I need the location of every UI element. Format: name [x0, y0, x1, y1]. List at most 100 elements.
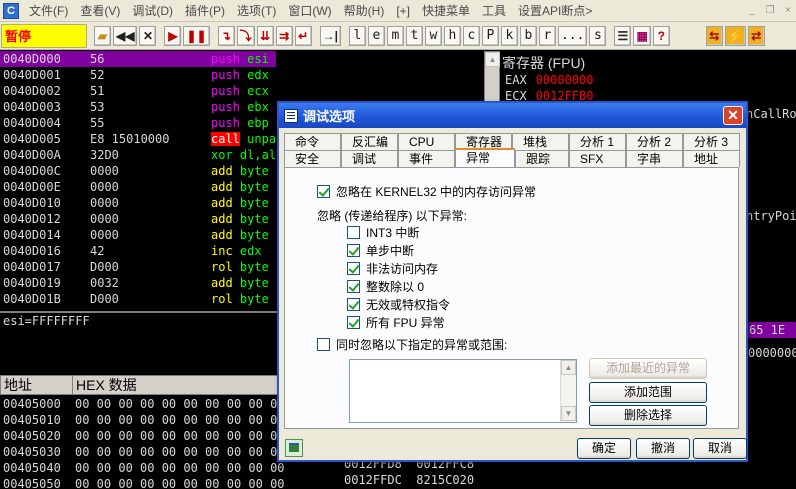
tab-debug[interactable]: 调试	[341, 150, 398, 167]
goto-icon[interactable]: →|	[319, 25, 341, 46]
exception-fpu-checkbox[interactable]	[347, 316, 360, 329]
menu-help[interactable]: 帮助(H)	[338, 2, 391, 20]
toolbar-breakpoints-button[interactable]: b	[519, 25, 537, 46]
disasm-hex: 32D0	[90, 148, 119, 162]
help-icon[interactable]: ?	[652, 25, 670, 46]
tab-disassembly[interactable]: 反汇编	[341, 133, 398, 150]
range-list-scrollbar[interactable]: ▲ ▼	[560, 360, 576, 422]
pause-icon[interactable]: ❚❚	[183, 25, 210, 46]
tab-security[interactable]: 安全	[284, 150, 341, 167]
tab-analysis-1[interactable]: 分析 1	[569, 133, 626, 150]
step-into-icon[interactable]: ↴	[217, 25, 235, 46]
ignore-ranges-checkbox[interactable]	[317, 338, 330, 351]
menu-plugins[interactable]: 插件(P)	[179, 2, 231, 20]
tab-strings[interactable]: 字串	[626, 150, 683, 167]
ignore-kernel32-checkbox[interactable]	[317, 185, 330, 198]
add-range-button[interactable]: 添加范围	[589, 382, 707, 403]
toolbar-patches-button[interactable]: P	[481, 25, 499, 46]
exception-single-step-checkbox[interactable]	[347, 244, 360, 257]
menu-plus[interactable]: [+]	[390, 2, 416, 20]
disasm-row[interactable]: 0040D001 52 push edx	[0, 67, 482, 83]
undo-button[interactable]: 撤消	[636, 438, 690, 459]
ignore-ranges-option[interactable]: 同时忽略以下指定的异常或范围:	[317, 336, 507, 353]
dump-header-address[interactable]: 地址	[1, 376, 73, 394]
toolbar-log-button[interactable]: l	[348, 25, 366, 46]
toolbar-references-button[interactable]: r	[538, 25, 556, 46]
trace-into-icon[interactable]: ⇊	[256, 25, 274, 46]
toolbar-source-button[interactable]: s	[589, 25, 607, 46]
exception-memory-access-option[interactable]: 非法访问内存	[347, 260, 438, 277]
app-icon[interactable]: C	[3, 2, 19, 19]
exception-range-list[interactable]: ▲ ▼	[349, 359, 577, 423]
disasm-row[interactable]: 0040D000 56 push esi	[0, 51, 482, 67]
toolbar-runtrace-button[interactable]: ...	[557, 25, 588, 46]
run-icon[interactable]: ▶	[164, 25, 182, 46]
scroll-up-icon[interactable]: ▲	[561, 360, 576, 375]
tab-trace[interactable]: 跟踪	[515, 150, 569, 167]
stack-row[interactable]: 0012FFDC 8215C020	[344, 472, 474, 488]
list-icon[interactable]: ☰	[614, 25, 632, 46]
step-over-icon[interactable]: ⤵	[236, 25, 255, 46]
register-eax[interactable]: EAX 00000000	[505, 73, 593, 87]
toolbar-threads-button[interactable]: t	[405, 25, 423, 46]
exception-int3-option[interactable]: INT3 中断	[347, 224, 419, 241]
plugin-2-icon[interactable]: ⚡	[724, 25, 746, 46]
dialog-close-icon[interactable]: ✕	[723, 106, 743, 125]
execute-till-return-icon[interactable]: ↵	[294, 25, 312, 46]
open-file-icon[interactable]: ▰	[94, 25, 111, 46]
options-icon[interactable]: ▦	[633, 25, 651, 46]
menu-file[interactable]: 文件(F)	[23, 2, 74, 20]
tab-command[interactable]: 命令	[284, 133, 341, 150]
menu-options[interactable]: 选项(T)	[231, 2, 282, 20]
rewind-icon[interactable]: ◀◀	[113, 25, 138, 46]
plugin-3-icon[interactable]: ⇄	[747, 25, 765, 46]
toolbar-handles-button[interactable]: h	[443, 25, 461, 46]
ok-button[interactable]: 确定	[577, 438, 631, 459]
menu-tools[interactable]: 工具	[476, 2, 512, 20]
cancel-button[interactable]: 取消	[693, 438, 747, 459]
add-last-exception-button[interactable]: 添加最近的异常	[589, 358, 707, 379]
scroll-down-icon[interactable]: ▼	[561, 406, 576, 421]
ignore-kernel32-option[interactable]: 忽略在 KERNEL32 中的内存访问异常	[317, 183, 536, 200]
tab-events[interactable]: 事件	[398, 150, 455, 167]
tab-addresses[interactable]: 地址	[683, 150, 740, 167]
exception-memory-access-checkbox[interactable]	[347, 262, 360, 275]
tab-sfx[interactable]: SFX	[569, 150, 626, 167]
menu-api-breakpoint[interactable]: 设置API断点>	[512, 2, 598, 20]
exception-privileged-checkbox[interactable]	[347, 298, 360, 311]
tab-stack[interactable]: 堆栈	[512, 133, 569, 150]
exception-divide-zero-option[interactable]: 整数除以 0	[347, 278, 424, 295]
tab-analysis-3[interactable]: 分析 3	[683, 133, 740, 150]
dialog-footer-icon[interactable]	[285, 439, 303, 457]
tab-exceptions[interactable]: 异常	[455, 148, 515, 167]
minimize-icon[interactable]: _	[746, 5, 758, 16]
menu-window[interactable]: 窗口(W)	[282, 2, 337, 20]
disasm-operand: edx	[239, 244, 262, 258]
close-icon[interactable]: ×	[782, 5, 794, 16]
exception-int3-checkbox[interactable]	[347, 226, 360, 239]
menu-shortcut[interactable]: 快捷菜单	[416, 2, 476, 20]
exception-privileged-option[interactable]: 无效或特权指令	[347, 296, 450, 313]
disasm-hex: 53	[90, 100, 105, 114]
exception-single-step-option[interactable]: 单步中断	[347, 242, 414, 259]
close-process-icon[interactable]: ✕	[139, 25, 157, 46]
scroll-up-icon[interactable]: ▲	[485, 52, 500, 67]
toolbar-callstack-button[interactable]: k	[500, 25, 518, 46]
menu-debug[interactable]: 调试(D)	[126, 2, 179, 20]
toolbar-memory-button[interactable]: m	[386, 25, 404, 46]
trace-over-icon[interactable]: ⇉	[275, 25, 293, 46]
disasm-row[interactable]: 0040D002 51 push ecx	[0, 83, 482, 99]
tab-analysis-2[interactable]: 分析 2	[626, 133, 683, 150]
delete-selection-button[interactable]: 删除选择	[589, 405, 707, 426]
tab-cpu[interactable]: CPU	[398, 133, 455, 150]
dialog-titlebar[interactable]: 调试选项 ✕	[279, 103, 746, 128]
exception-divide-zero-checkbox[interactable]	[347, 280, 360, 293]
exception-fpu-option[interactable]: 所有 FPU 异常	[347, 314, 445, 331]
toolbar-windows-button[interactable]: w	[424, 25, 442, 46]
dump-pane[interactable]: 00405000 00 00 00 00 00 00 00 00 00 00 004…	[0, 395, 320, 489]
menu-view[interactable]: 查看(V)	[74, 2, 126, 20]
restore-icon[interactable]: ❐	[764, 5, 776, 16]
plugin-1-icon[interactable]: ⇆	[705, 25, 723, 46]
toolbar-modules-button[interactable]: e	[367, 25, 385, 46]
toolbar-cpu-button[interactable]: c	[462, 25, 480, 46]
